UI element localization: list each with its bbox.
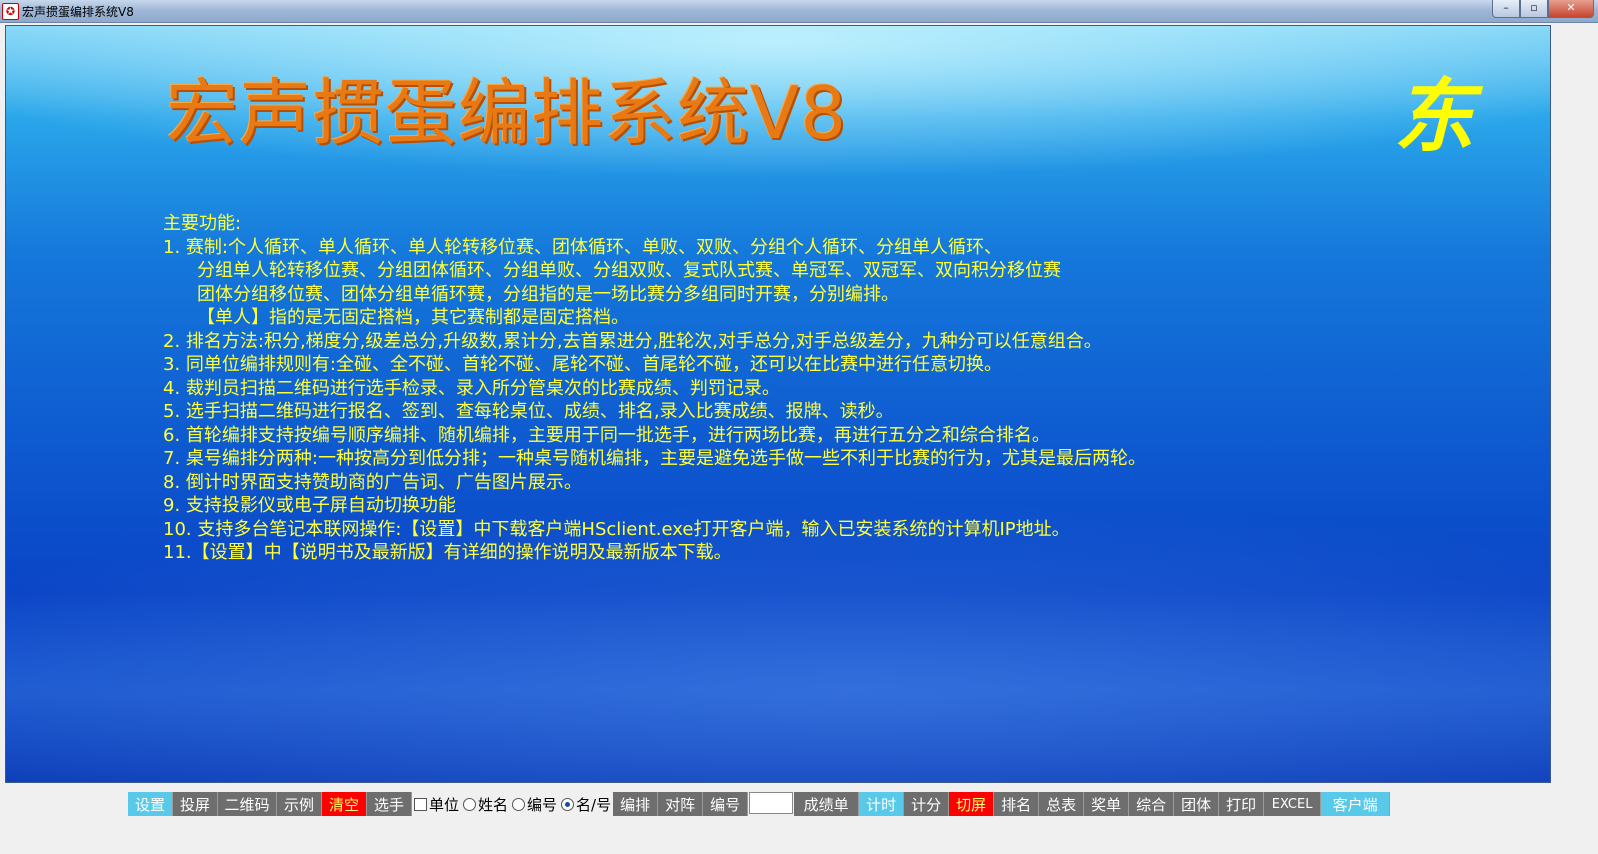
feature-item: 【单人】指的是无固定搭档，其它赛制都是固定搭档。 xyxy=(197,307,629,328)
window-title: 宏声掼蛋编排系统V8 xyxy=(22,5,134,19)
team-button[interactable]: 团体 xyxy=(1174,792,1220,816)
feature-item: 11.【设置】中【说明书及最新版】有详细的操作说明及最新版本下载。 xyxy=(163,542,732,563)
number-button[interactable]: 编号 xyxy=(703,792,749,816)
feature-item: 团体分组移位赛、团体分组单循环赛，分组指的是一场比赛分多组同时开赛，分别编排。 xyxy=(197,283,899,305)
minimize-button[interactable]: – xyxy=(1492,0,1520,18)
window-controls: – ▫ ✕ xyxy=(1492,0,1594,18)
bottom-toolbar: 设置 投屏 二维码 示例 清空 选手 单位 姓名 编号 名/号 编排 对阵 编号… xyxy=(128,792,1391,816)
arrange-button[interactable]: 编排 xyxy=(613,792,659,816)
name-radio[interactable]: 姓名 xyxy=(461,792,511,816)
matchup-button[interactable]: 对阵 xyxy=(658,792,704,816)
feature-item: 2. 排名方法:积分,梯度分,级差总分,升级数,累计分,去首累进分,胜轮次,对手… xyxy=(163,330,1102,352)
unit-checkbox[interactable]: 单位 xyxy=(412,792,462,816)
feature-item: 7. 桌号编排分两种:一种按高分到低分排；一种桌号随机编排，主要是避免选手做一些… xyxy=(163,448,1146,469)
score-sheet-button[interactable]: 成绩单 xyxy=(794,792,860,816)
unit-label: 单位 xyxy=(429,795,460,814)
settings-button[interactable]: 设置 xyxy=(128,792,173,816)
app-icon: ✪ xyxy=(2,3,19,20)
feature-item: 分组单人轮转移位赛、分组团体循环、分组单败、分组双败、复式队式赛、单冠军、双冠军… xyxy=(197,260,1061,281)
qrcode-button[interactable]: 二维码 xyxy=(218,792,277,816)
position-indicator: 东 xyxy=(1394,70,1474,163)
feature-item: 3. 同单位编排规则有:全碰、全不碰、首轮不碰、尾轮不碰、首尾轮不碰，还可以在比… xyxy=(163,354,1002,375)
feature-list: 主要功能: 1. 赛制:个人循环、单人循环、单人轮转移位赛、团体循环、单败、双败… xyxy=(163,212,1533,565)
feature-item: 10. 支持多台笔记本联网操作:【设置】中下载客户端HSclient.exe打开… xyxy=(163,518,1070,540)
example-button[interactable]: 示例 xyxy=(277,792,322,816)
players-button[interactable]: 选手 xyxy=(367,792,412,816)
clear-button[interactable]: 清空 xyxy=(322,792,367,816)
maximize-button[interactable]: ▫ xyxy=(1520,0,1548,18)
radio-dot-selected[interactable] xyxy=(561,797,575,811)
name-label: 姓名 xyxy=(478,795,509,814)
combined-button[interactable]: 综合 xyxy=(1129,792,1175,816)
feature-item: 9. 支持投影仪或电子屏自动切换功能 xyxy=(163,495,456,516)
print-button[interactable]: 打印 xyxy=(1219,792,1265,816)
scoring-button[interactable]: 计分 xyxy=(904,792,950,816)
timer-button[interactable]: 计时 xyxy=(859,792,905,816)
app-banner-title: 宏声掼蛋编排系统V8 xyxy=(166,71,848,155)
name-number-label: 名/号 xyxy=(576,795,612,814)
feature-item: 8. 倒计时界面支持赞助商的广告词、广告图片展示。 xyxy=(163,471,582,493)
award-button[interactable]: 奖单 xyxy=(1084,792,1130,816)
excel-button[interactable]: EXCEL xyxy=(1264,792,1322,816)
checkbox-box[interactable] xyxy=(414,797,427,811)
feature-item: 6. 首轮编排支持按编号顺序编排、随机编排，主要用于同一批选手，进行两场比赛，再… xyxy=(163,424,1050,446)
ranking-button[interactable]: 排名 xyxy=(994,792,1040,816)
feature-item: 1. 赛制:个人循环、单人循环、单人轮转移位赛、团体循环、单败、双败、分组个人循… xyxy=(163,236,1002,258)
feature-item: 5. 选手扫描二维码进行报名、签到、查每轮桌位、成绩、排名,录入比赛成绩、报牌、… xyxy=(163,401,894,422)
title-bar: ✪ 宏声掼蛋编排系统V8 – ▫ ✕ xyxy=(0,0,1598,23)
number-radio[interactable]: 编号 xyxy=(510,792,560,816)
number-label: 编号 xyxy=(527,795,558,814)
switch-screen-button[interactable]: 切屏 xyxy=(949,792,995,816)
number-input[interactable] xyxy=(749,792,794,814)
project-screen-button[interactable]: 投屏 xyxy=(173,792,218,816)
feature-item: 4. 裁判员扫描二维码进行选手检录、录入所分管桌次的比赛成绩、判罚记录。 xyxy=(163,377,780,399)
name-number-radio[interactable]: 名/号 xyxy=(559,792,614,816)
summary-button[interactable]: 总表 xyxy=(1039,792,1085,816)
close-button[interactable]: ✕ xyxy=(1548,0,1594,18)
radio-dot[interactable] xyxy=(463,797,477,811)
feature-heading: 主要功能: xyxy=(163,213,242,234)
radio-dot[interactable] xyxy=(512,797,526,811)
client-button[interactable]: 客户端 xyxy=(1321,792,1391,816)
main-panel: 宏声掼蛋编排系统V8 东 主要功能: 1. 赛制:个人循环、单人循环、单人轮转移… xyxy=(5,25,1551,783)
